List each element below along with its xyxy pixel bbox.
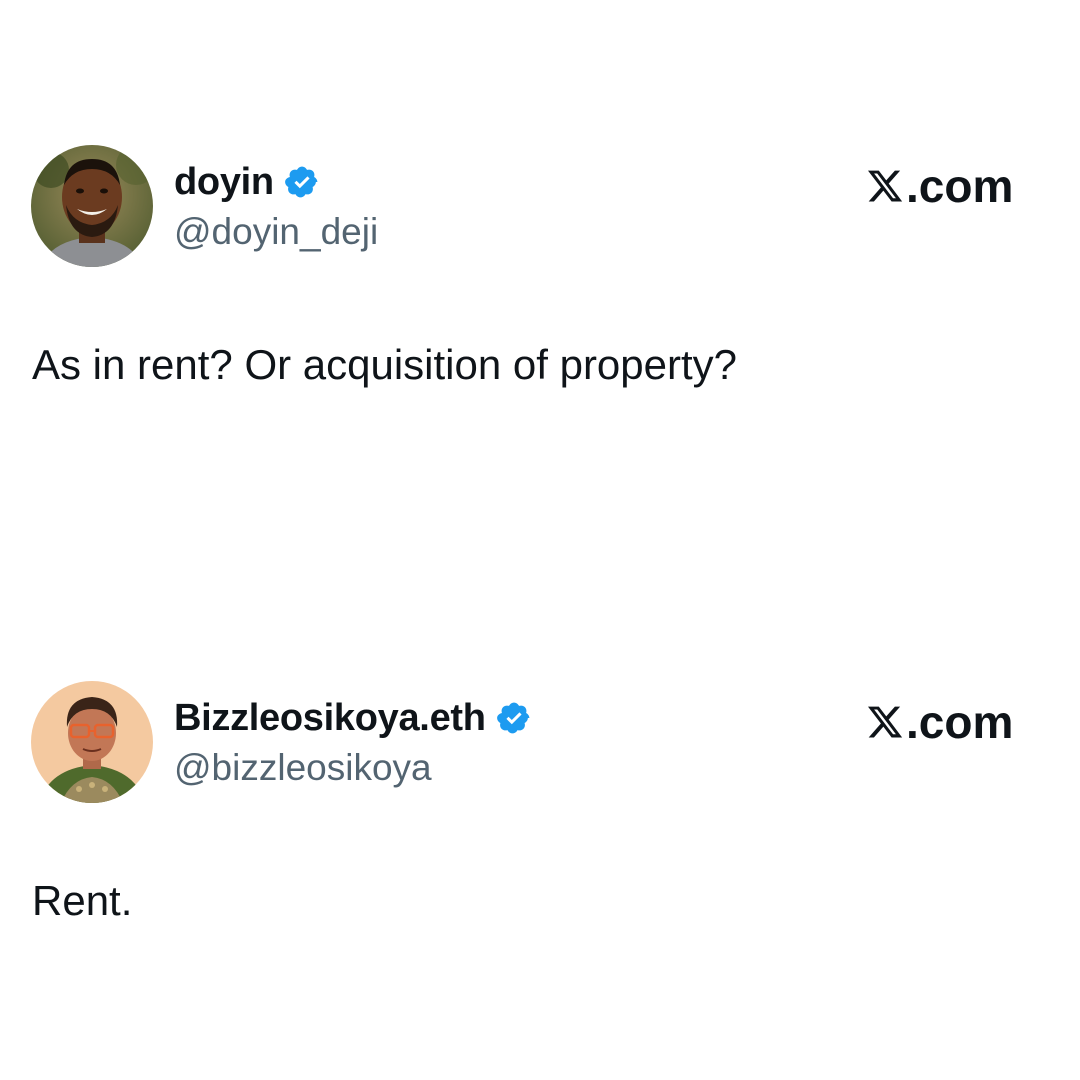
brand-label: .com [866, 695, 1013, 749]
brand-text: .com [906, 160, 1014, 212]
avatar[interactable] [31, 681, 153, 803]
author-handle[interactable]: @doyin_deji [174, 211, 378, 253]
tweet-text: As in rent? Or acquisition of property? [32, 341, 738, 388]
display-name[interactable]: Bizzleosikoya.eth [174, 697, 486, 740]
author-name-row: doyin [174, 159, 320, 205]
verified-badge-icon [496, 700, 532, 736]
author-name-row: Bizzleosikoya.eth [174, 695, 532, 741]
brand-text: .com [906, 696, 1014, 748]
verified-badge-icon [284, 164, 320, 200]
brand-label: .com [866, 159, 1013, 213]
display-name[interactable]: doyin [174, 161, 274, 204]
x-logo-icon [867, 706, 903, 738]
author-handle[interactable]: @bizzleosikoya [174, 747, 432, 789]
avatar[interactable] [31, 145, 153, 267]
tweet-text: Rent. [32, 877, 133, 924]
x-logo-icon [867, 170, 903, 202]
